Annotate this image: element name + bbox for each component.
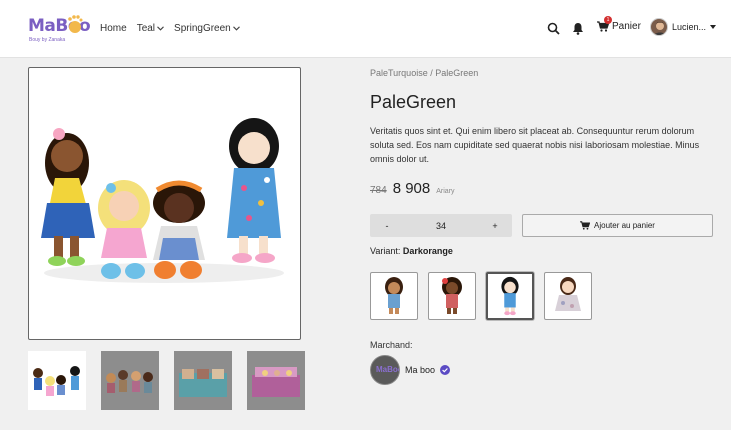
qty-increase-button[interactable]: +	[478, 221, 512, 231]
add-to-cart-button[interactable]: Ajouter au panier	[522, 214, 713, 237]
check-badge-icon	[440, 365, 451, 375]
thumbnail-4[interactable]	[247, 351, 305, 410]
brand-logo[interactable]: MaBoo Bouy by Zanaka	[28, 12, 91, 46]
user-name: Lucien...	[672, 22, 707, 32]
nav-item-teal[interactable]: Teal	[137, 23, 164, 34]
main-nav: Home Teal SpringGreen	[100, 23, 240, 34]
currency-label: Ariary	[436, 187, 455, 195]
current-price: 8 908	[392, 179, 431, 197]
user-menu[interactable]: Lucien...	[650, 18, 717, 36]
search-icon[interactable]	[547, 22, 560, 35]
bell-icon[interactable]	[572, 22, 584, 35]
merchant-link[interactable]: MaBoo Ma boo	[370, 355, 451, 385]
variant-value: Darkorange	[402, 246, 453, 256]
product-title: PaleGreen	[370, 92, 457, 112]
variant-option-4[interactable]	[544, 272, 592, 320]
chevron-down-icon	[157, 26, 164, 31]
qty-decrease-button[interactable]: -	[370, 221, 404, 231]
nav-label: Teal	[136, 23, 156, 34]
cart-button[interactable]: 1 Panier	[597, 16, 641, 32]
purchase-controls: - 34 + Ajouter au panier	[370, 214, 713, 237]
quantity-input[interactable]: 34	[404, 221, 478, 231]
product-details: PaleTurquoise / PaleGreen PaleGreen Veri…	[370, 68, 713, 385]
main-product-image[interactable]	[28, 67, 301, 340]
foot-logo-icon	[68, 15, 83, 33]
thumbnail-strip	[28, 351, 305, 410]
price-row: 784 8 908 Ariary	[370, 180, 713, 197]
nav-item-home[interactable]: Home	[100, 23, 127, 34]
dolls-illustration	[41, 118, 284, 283]
thumbnail-1[interactable]	[28, 351, 86, 410]
brand-tagline: Bouy by Zanaka	[29, 37, 66, 43]
caret-down-icon	[710, 25, 717, 29]
variant-option-2[interactable]	[428, 272, 476, 320]
cart-icon	[580, 221, 591, 230]
variant-option-3[interactable]	[486, 272, 534, 320]
nav-label: SpringGreen	[174, 23, 231, 34]
variant-label: Variant: Darkorange	[370, 246, 453, 256]
breadcrumb[interactable]: PaleTurquoise / PaleGreen	[370, 68, 713, 78]
old-price: 784	[370, 184, 387, 196]
avatar	[650, 18, 668, 36]
cart-label: Panier	[612, 21, 641, 32]
variant-label-text: Variant:	[370, 246, 401, 256]
variant-option-1[interactable]	[370, 272, 418, 320]
nav-label: Home	[100, 23, 127, 34]
chevron-down-icon	[232, 26, 240, 31]
cart-count-badge: 1	[604, 16, 612, 24]
quantity-stepper: - 34 +	[370, 214, 512, 237]
product-description: Veritatis quos sint et. Qui enim libero …	[370, 126, 700, 164]
merchant-name: Ma boo	[405, 365, 436, 375]
header: MaBoo Bouy by Zanaka Home Teal SpringGre…	[0, 0, 731, 58]
thumbnail-3[interactable]	[174, 351, 232, 410]
nav-item-springgreen[interactable]: SpringGreen	[174, 23, 240, 34]
add-to-cart-label: Ajouter au panier	[594, 221, 655, 230]
thumbnail-2[interactable]	[101, 351, 159, 410]
variant-options	[370, 272, 592, 320]
merchant-label: Marchand:	[370, 340, 413, 350]
merchant-avatar-text: MaBoo	[376, 365, 399, 374]
merchant-avatar: MaBoo	[370, 355, 400, 385]
